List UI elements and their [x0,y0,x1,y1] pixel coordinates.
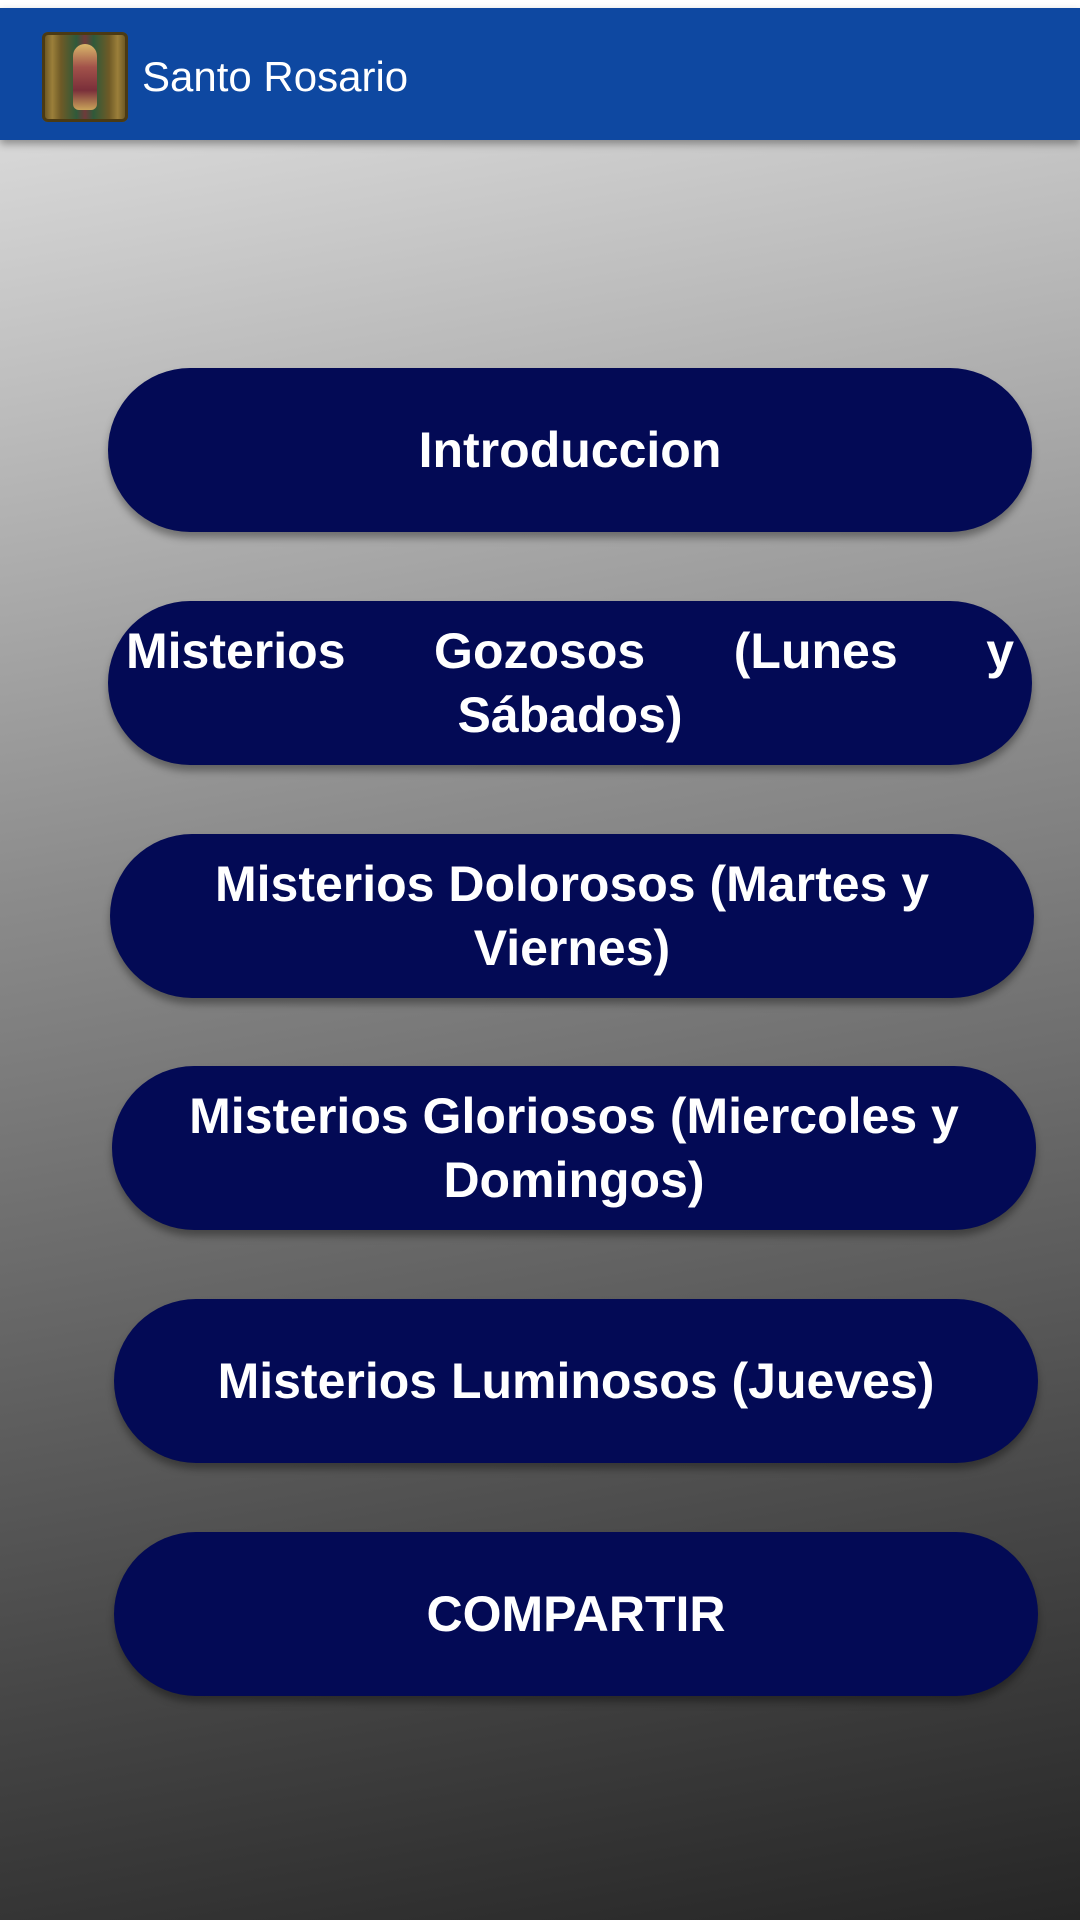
misterios-luminosos-button[interactable]: Misterios Luminosos (Jueves) [114,1299,1038,1463]
main-content: Introduccion Misterios Gozosos (Lunes y … [0,138,1080,1920]
misterios-gozosos-button[interactable]: Misterios Gozosos (Lunes y Sábados) [108,601,1032,765]
icon-figure [73,44,97,110]
button-label: Misterios Gozosos (Lunes y Sábados) [126,623,1014,743]
screen: Santo Rosario Introduccion Misterios Goz… [0,0,1080,1920]
misterios-gloriosos-button[interactable]: Misterios Gloriosos (Miercoles y Domingo… [112,1066,1036,1230]
button-label: COMPARTIR [426,1586,726,1642]
button-label: Misterios Luminosos (Jueves) [217,1353,935,1409]
app-bar: Santo Rosario [0,8,1080,140]
button-label: Misterios Gloriosos (Miercoles y Domingo… [189,1088,959,1208]
button-label: Introduccion [418,422,722,478]
virgin-of-guadalupe-icon [42,32,128,122]
introduccion-button[interactable]: Introduccion [108,368,1032,532]
compartir-button[interactable]: COMPARTIR [114,1532,1038,1696]
button-label: Misterios Dolorosos (Martes y Viernes) [214,856,930,976]
misterios-dolorosos-button[interactable]: Misterios Dolorosos (Martes y Viernes) [110,834,1034,998]
app-title: Santo Rosario [142,53,409,100]
